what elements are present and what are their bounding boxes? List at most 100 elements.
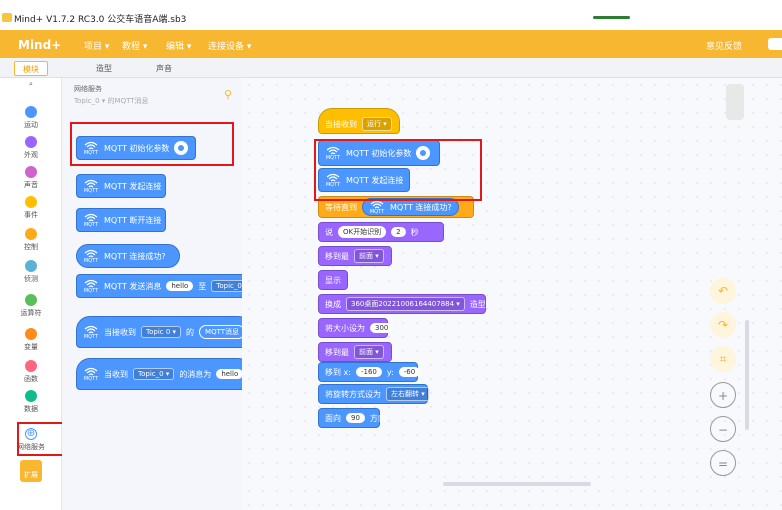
category-operators[interactable]: 运算符 xyxy=(0,294,62,318)
looks-dot-icon xyxy=(25,136,37,148)
script-block-go-to-xy[interactable]: 移到 x: -160 y: -60 xyxy=(318,362,421,382)
mqtt-wifi-icon: MQTT xyxy=(83,279,99,294)
say-seconds-input[interactable]: 2 xyxy=(391,227,406,237)
zoom-in-icon[interactable]: + xyxy=(710,382,736,408)
block-label: 显示 xyxy=(325,275,341,285)
motion-dot-icon xyxy=(25,106,37,118)
tab-costumes-label: 造型 xyxy=(96,64,112,73)
block-label: 等待直到 xyxy=(325,202,357,212)
status-indicator xyxy=(593,16,630,19)
sprite-thumbnail[interactable] xyxy=(726,84,744,120)
category-functions[interactable]: 函数 xyxy=(0,360,62,384)
block-label: MQTT 连接成功? xyxy=(390,202,452,212)
category-label: 运算符 xyxy=(20,309,42,317)
palette-block-mqtt-connected[interactable]: MQTT MQTT 连接成功? xyxy=(76,244,180,268)
block-label: 当接收到 xyxy=(104,327,136,337)
events-dot-icon xyxy=(25,196,37,208)
category-label: 数据 xyxy=(24,405,38,413)
palette-block-mqtt-send[interactable]: MQTT MQTT 发送消息 hello 至 Topic_0 ▾ xyxy=(76,274,256,298)
category-sensing[interactable]: 侦测 xyxy=(0,260,62,284)
script-block-set-rotation-style[interactable]: 将旋转方式设为 左右翻转 ▾ xyxy=(318,384,430,404)
highlight-palette-mqtt-init xyxy=(70,122,234,166)
menu-connect-device[interactable]: 连接设备 ▾ xyxy=(208,39,251,52)
script-block-set-size[interactable]: 将大小设为 300 xyxy=(318,318,394,338)
variables-dot-icon xyxy=(25,328,37,340)
palette-block-mqtt-connect[interactable]: MQTT MQTT 发起连接 xyxy=(76,174,166,198)
block-label: 至 xyxy=(198,281,207,291)
palette-block-mqtt-disconnect[interactable]: MQTT MQTT 断开连接 xyxy=(76,208,166,232)
tab-sounds[interactable]: 声音 xyxy=(148,61,180,76)
block-label: 移到最 xyxy=(325,251,349,261)
mqtt-message-reporter[interactable]: MQTT消息 xyxy=(199,325,246,339)
size-input[interactable]: 300 xyxy=(370,323,394,333)
tab-blocks[interactable]: 模块 xyxy=(14,61,48,76)
block-label: 将旋转方式设为 xyxy=(325,389,381,399)
category-events[interactable]: 事件 xyxy=(0,196,62,220)
crop-icon[interactable]: ⌗ xyxy=(710,346,736,372)
category-search-icon[interactable]: ⌕ xyxy=(0,80,62,89)
rotation-dropdown[interactable]: 左右翻转 ▾ xyxy=(386,387,430,401)
zoom-out-icon[interactable]: − xyxy=(710,416,736,442)
layer-dropdown[interactable]: 前面 ▾ xyxy=(354,249,384,263)
y-input[interactable]: -60 xyxy=(398,367,421,377)
mqtt-wifi-icon: MQTT xyxy=(83,367,99,382)
title-bar: Mind+ V1.7.2 RC3.0 公交车语音A端.sb3 xyxy=(0,0,782,30)
extension-button[interactable]: 扩展 xyxy=(0,460,62,482)
feedback-link[interactable]: 意见反馈 xyxy=(706,39,742,52)
tab-sounds-label: 声音 xyxy=(156,64,172,73)
block-label: 的 xyxy=(186,327,195,337)
block-label: MQTT 发起连接 xyxy=(104,181,162,191)
block-label: 移到最 xyxy=(325,347,349,357)
message-input[interactable]: hello xyxy=(216,369,244,379)
category-sound[interactable]: 声音 xyxy=(0,166,62,190)
zoom-reset-icon[interactable]: = xyxy=(710,450,736,476)
direction-input[interactable]: 90 xyxy=(346,413,365,423)
undo-icon[interactable]: ↶ xyxy=(710,278,736,304)
control-dot-icon xyxy=(25,228,37,240)
menu-tutorial[interactable]: 教程 ▾ xyxy=(122,39,147,52)
script-block-point-direction[interactable]: 面向 90 方向 xyxy=(318,408,386,428)
script-block-go-to-layer-2[interactable]: 移到最 前面 ▾ xyxy=(318,342,392,362)
event-dropdown[interactable]: 运行 ▾ xyxy=(362,117,392,131)
script-block-say[interactable]: 说 OK开始识别 2 秒 xyxy=(318,222,444,242)
category-variables[interactable]: 变量 xyxy=(0,328,62,352)
sound-dot-icon xyxy=(25,166,37,178)
say-text-input[interactable]: OK开始识别 xyxy=(338,226,387,238)
pin-icon[interactable]: ⚲ xyxy=(224,88,232,101)
data-dot-icon xyxy=(25,390,37,402)
mqtt-wifi-icon: MQTT xyxy=(369,200,385,215)
tab-costumes[interactable]: 造型 xyxy=(88,61,120,76)
script-block-go-to-layer-1[interactable]: 移到最 前面 ▾ xyxy=(318,246,392,266)
menu-edit[interactable]: 编辑 ▾ xyxy=(166,39,191,52)
category-control[interactable]: 控制 xyxy=(0,228,62,252)
highlight-script-mqtt-blocks xyxy=(314,139,482,201)
app-logo-icon xyxy=(2,13,12,22)
script-block-show[interactable]: 显示 xyxy=(318,270,348,290)
category-data[interactable]: 数据 xyxy=(0,390,62,414)
x-input[interactable]: -160 xyxy=(355,367,382,377)
category-motion[interactable]: 运动 xyxy=(0,106,62,130)
block-label: MQTT 发送消息 xyxy=(104,281,162,291)
mode-toggle[interactable] xyxy=(768,38,782,50)
menu-project[interactable]: 项目 ▾ xyxy=(84,39,109,52)
script-hat-when-receive[interactable]: 当接收到 运行 ▾ xyxy=(318,108,400,134)
category-looks[interactable]: 外观 xyxy=(0,136,62,160)
horizontal-scrollbar[interactable] xyxy=(443,482,591,486)
block-label: MQTT 连接成功? xyxy=(104,251,166,261)
layer-dropdown[interactable]: 前面 ▾ xyxy=(354,345,384,359)
palette-block-when-receive[interactable]: MQTT 当接收到 Topic 0 ▾ 的 MQTT消息 xyxy=(76,316,252,348)
topic-dropdown[interactable]: Topic 0 ▾ xyxy=(141,326,182,338)
vertical-scrollbar[interactable] xyxy=(745,320,749,430)
topic-dropdown[interactable]: Topic_0 ▾ xyxy=(133,368,175,380)
brand-logo[interactable]: Mind+ xyxy=(18,38,61,52)
palette-block-when-message-is[interactable]: MQTT 当收到 Topic_0 ▾ 的消息为 hello xyxy=(76,358,252,390)
costume-dropdown[interactable]: 360桌面20221006164407884 ▾ xyxy=(346,297,465,311)
redo-icon[interactable]: ↷ xyxy=(710,312,736,338)
block-label: 说 xyxy=(325,227,333,237)
category-label: 变量 xyxy=(24,343,38,351)
operators-dot-icon xyxy=(25,294,37,306)
category-label: 侦测 xyxy=(24,275,38,283)
script-block-switch-costume[interactable]: 换成 360桌面20221006164407884 ▾ 造型 xyxy=(318,294,486,314)
message-input[interactable]: hello xyxy=(166,281,194,291)
category-label: 声音 xyxy=(24,181,38,189)
